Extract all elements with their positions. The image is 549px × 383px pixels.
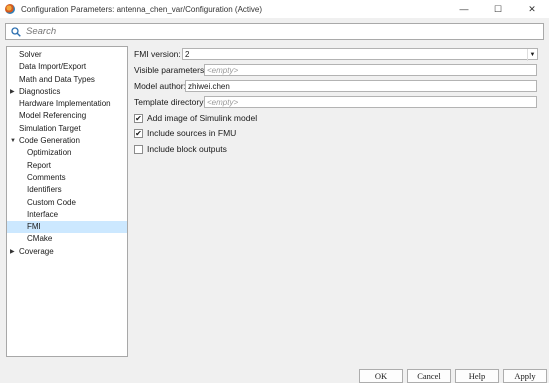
model-author-label: Model author: [134,81,186,91]
matlab-logo-icon [5,4,15,14]
add-image-checkbox-row[interactable]: ✔ Add image of Simulink model [134,113,257,123]
tree-item-hardware-implementation[interactable]: Hardware Implementation [7,98,127,110]
search-icon [11,26,21,37]
visible-parameters-label: Visible parameters: [134,65,207,75]
include-sources-label: Include sources in FMU [147,128,237,138]
collapse-arrow-icon[interactable]: ▼ [10,135,16,147]
tree-item-label: FMI [27,222,41,232]
expand-arrow-icon[interactable]: ▶ [10,246,15,258]
ok-button[interactable]: OK [359,369,403,383]
include-block-outputs-checkbox[interactable] [134,144,143,154]
tree-item-simulation-target[interactable]: Simulation Target [7,123,127,135]
tree-item-custom-code[interactable]: Custom Code [7,197,127,209]
tree-item-label: Report [27,160,52,170]
tree-item-interface[interactable]: Interface [7,209,127,221]
apply-button[interactable]: Apply [503,369,547,383]
window-controls: — ☐ ✕ [447,0,549,18]
tree-item-code-generation[interactable]: ▼ Code Generation [7,135,127,147]
tree-item-comments[interactable]: Comments [7,172,127,184]
maximize-button[interactable]: ☐ [481,0,515,18]
tree-item-label: Comments [27,172,66,182]
fmi-version-value: 2 [185,49,190,59]
tree-item-data-import-export[interactable]: Data Import/Export [7,61,127,73]
tree-item-math-data-types[interactable]: Math and Data Types [7,74,127,86]
category-tree: Solver Data Import/Export Math and Data … [6,46,128,357]
tree-item-identifiers[interactable]: Identifiers [7,184,127,196]
add-image-checkbox[interactable]: ✔ [134,113,143,123]
template-directory-row: Template directory: <empty> [134,96,537,108]
include-sources-checkbox[interactable]: ✔ [134,128,143,138]
help-button[interactable]: Help [455,369,499,383]
search-bar[interactable] [5,23,544,40]
visible-parameters-field[interactable]: <empty> [204,64,537,76]
tree-item-label: Interface [27,209,59,219]
title-bar: Configuration Parameters: antenna_chen_v… [0,0,549,18]
model-author-value: zhiwei.chen [188,81,230,91]
tree-item-model-referencing[interactable]: Model Referencing [7,110,127,122]
tree-item-label: Coverage [19,246,54,256]
tree-item-label: Code Generation [19,136,80,146]
tree-item-solver[interactable]: Solver [7,49,127,61]
tree-item-report[interactable]: Report [7,160,127,172]
template-directory-placeholder: <empty> [207,97,239,107]
tree-item-label: Diagnostics [19,86,61,96]
cancel-button[interactable]: Cancel [407,369,451,383]
tree-item-label: Identifiers [27,185,62,195]
fmi-version-label: FMI version: [134,49,181,59]
tree-item-label: CMake [27,234,53,244]
fmi-version-row: FMI version: 2 ▼ [134,48,538,61]
model-author-field[interactable]: zhiwei.chen [185,80,537,92]
tree-item-label: Data Import/Export [19,62,87,72]
dropdown-arrow-icon: ▼ [527,49,537,61]
tree-item-label: Custom Code [27,197,76,207]
search-input[interactable] [26,26,526,37]
visible-parameters-placeholder: <empty> [207,65,239,75]
window-title: Configuration Parameters: antenna_chen_v… [21,4,263,14]
include-sources-checkbox-row[interactable]: ✔ Include sources in FMU [134,128,236,138]
include-block-outputs-label: Include block outputs [147,144,227,154]
include-block-outputs-checkbox-row[interactable]: Include block outputs [134,144,227,154]
fmi-version-dropdown[interactable]: 2 ▼ [182,48,538,61]
close-button[interactable]: ✕ [515,0,549,18]
tree-item-label: Simulation Target [19,123,81,133]
tree-item-cmake[interactable]: CMake [7,233,127,245]
tree-item-coverage[interactable]: ▶ Coverage [7,246,127,258]
template-directory-label: Template directory: [134,97,206,107]
visible-parameters-row: Visible parameters: <empty> [134,64,537,76]
tree-item-label: Solver [19,50,42,59]
tree-item-label: Hardware Implementation [19,99,111,109]
template-directory-field[interactable]: <empty> [204,96,537,108]
expand-arrow-icon[interactable]: ▶ [10,86,15,98]
model-author-row: Model author: zhiwei.chen [134,80,537,92]
tree-item-label: Model Referencing [19,111,87,121]
tree-item-fmi[interactable]: FMI [7,221,127,234]
tree-item-label: Math and Data Types [19,74,95,84]
tree-item-diagnostics[interactable]: ▶ Diagnostics [7,86,127,98]
tree-item-optimization[interactable]: Optimization [7,147,127,159]
add-image-label: Add image of Simulink model [147,113,258,123]
tree-item-label: Optimization [27,148,72,158]
minimize-button[interactable]: — [447,0,481,18]
dialog-footer: OK Cancel Help Apply [0,365,549,383]
